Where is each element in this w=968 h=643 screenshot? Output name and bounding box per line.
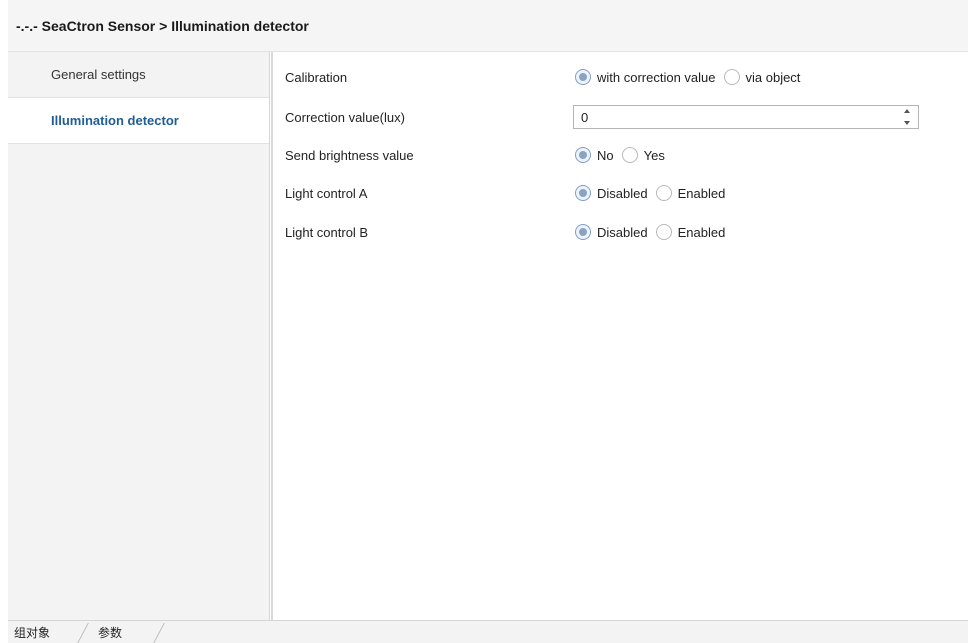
option-label: Disabled	[597, 224, 648, 240]
option-label: Enabled	[677, 185, 726, 201]
param-row-light-control-b: Light control B Disabled Enabled	[273, 217, 968, 247]
tab-label: 参数	[98, 626, 123, 640]
radio-unchecked[interactable]	[655, 185, 672, 201]
param-row-calibration: Calibration with correction value via ob…	[273, 62, 968, 92]
sidebar: General settings Illumination detector	[8, 52, 270, 620]
radio-checked[interactable]	[575, 147, 591, 163]
stepper-arrows	[902, 108, 912, 126]
radio-checked[interactable]	[575, 224, 591, 240]
send-brightness-option-no[interactable]: No	[575, 147, 614, 163]
title-bar: -.-.- SeaCtron Sensor > Illumination det…	[8, 0, 968, 52]
tab-separator	[152, 623, 165, 643]
tab-parameters[interactable]: 参数	[92, 621, 122, 643]
light-control-b-option-enabled[interactable]: Enabled	[655, 224, 726, 240]
option-label: Yes	[643, 147, 665, 163]
spin-down-arrow-icon[interactable]	[903, 120, 911, 126]
param-row-send-brightness: Send brightness value No Yes	[273, 140, 968, 170]
correction-value-input[interactable]	[574, 106, 894, 128]
correction-value-label: Correction value(lux)	[285, 109, 405, 125]
send-brightness-option-yes[interactable]: Yes	[621, 147, 665, 163]
light-control-b-option-disabled[interactable]: Disabled	[575, 224, 648, 240]
radio-unchecked[interactable]	[621, 147, 638, 163]
sidebar-item-illumination-detector[interactable]: Illumination detector	[8, 98, 269, 144]
send-brightness-label: Send brightness value	[285, 147, 414, 163]
option-label: Enabled	[677, 224, 726, 240]
light-control-a-label: Light control A	[285, 185, 368, 201]
tab-group-objects[interactable]: 组对象	[8, 621, 50, 643]
calibration-radio-group: with correction value via object	[575, 69, 808, 85]
tab-label: 组对象	[14, 626, 51, 640]
calibration-label: Calibration	[285, 69, 348, 85]
window-title: -.-.- SeaCtron Sensor > Illumination det…	[16, 17, 309, 34]
param-row-light-control-a: Light control A Disabled Enabled	[273, 178, 968, 208]
sidebar-item-label: General settings	[51, 67, 146, 82]
correction-value-stepper[interactable]	[573, 105, 919, 129]
parameter-panel: Calibration with correction value via ob…	[273, 52, 968, 620]
send-brightness-radio-group: No Yes	[575, 147, 673, 163]
spin-up-arrow-icon[interactable]	[903, 108, 911, 114]
parameter-window: -.-.- SeaCtron Sensor > Illumination det…	[8, 0, 968, 643]
option-label: with correction value	[597, 69, 716, 85]
light-control-b-radio-group: Disabled Enabled	[575, 224, 733, 240]
option-label: Disabled	[597, 185, 648, 201]
sidebar-item-general-settings[interactable]: General settings	[8, 52, 269, 98]
calibration-option-via-object[interactable]: via object	[723, 69, 801, 85]
calibration-option-correction-value[interactable]: with correction value	[575, 69, 716, 85]
radio-unchecked[interactable]	[723, 69, 740, 85]
param-row-correction-value: Correction value(lux)	[273, 102, 968, 132]
option-label: via object	[745, 69, 801, 85]
radio-checked[interactable]	[575, 185, 591, 201]
light-control-a-option-enabled[interactable]: Enabled	[655, 185, 726, 201]
light-control-b-label: Light control B	[285, 224, 369, 240]
light-control-a-option-disabled[interactable]: Disabled	[575, 185, 648, 201]
radio-unchecked[interactable]	[655, 224, 672, 240]
option-label: No	[597, 147, 614, 163]
bottom-tab-bar: 组对象 参数	[8, 620, 968, 643]
radio-checked[interactable]	[575, 69, 591, 85]
light-control-a-radio-group: Disabled Enabled	[575, 185, 733, 201]
sidebar-item-label: Illumination detector	[51, 113, 179, 128]
tab-separator	[76, 623, 89, 643]
